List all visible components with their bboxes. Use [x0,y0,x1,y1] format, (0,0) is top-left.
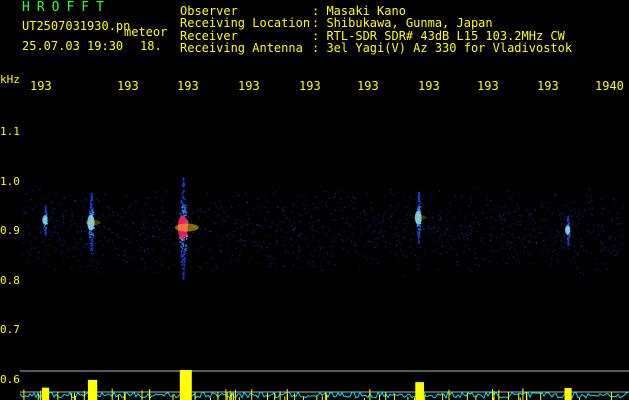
freq-tick-label: 0.9 [0,224,20,237]
freq-tick-label: 0.7 [0,323,20,336]
time-tick-label: 193 [177,79,199,93]
time-tick-label: 193 [299,79,321,93]
time-tick-label: 193 [537,79,559,93]
y-axis: 1.1 1.0 0.9 0.8 0.7 0.6 [0,70,20,400]
time-tick-label: 193 [238,79,260,93]
freq-tick-label: 1.0 [0,174,20,188]
noise-band [22,186,624,276]
time-tick-label: 193 [30,79,52,93]
time-tick-label: 193 [477,79,499,93]
freq-tick-label: 0.6 [0,372,20,386]
spectrogram [19,177,629,400]
time-tick-label: 193 [418,79,440,93]
meteor-echo [564,215,573,246]
freq-tick-label: 0.8 [0,273,20,287]
signal-baseline [19,390,629,400]
meteor-echo [85,192,101,255]
meteor-echo [174,177,199,280]
time-tick-label: 193 [357,79,379,93]
time-tick-label: 193 [117,79,139,93]
time-axis: 193 193 193 193 193 193 193 193 193 1940 [0,79,629,93]
freq-tick-label: 1.1 [0,125,20,138]
meteor-echo [41,204,50,236]
time-tick-label: 1940 [595,79,624,93]
meteor-echo [413,191,427,244]
